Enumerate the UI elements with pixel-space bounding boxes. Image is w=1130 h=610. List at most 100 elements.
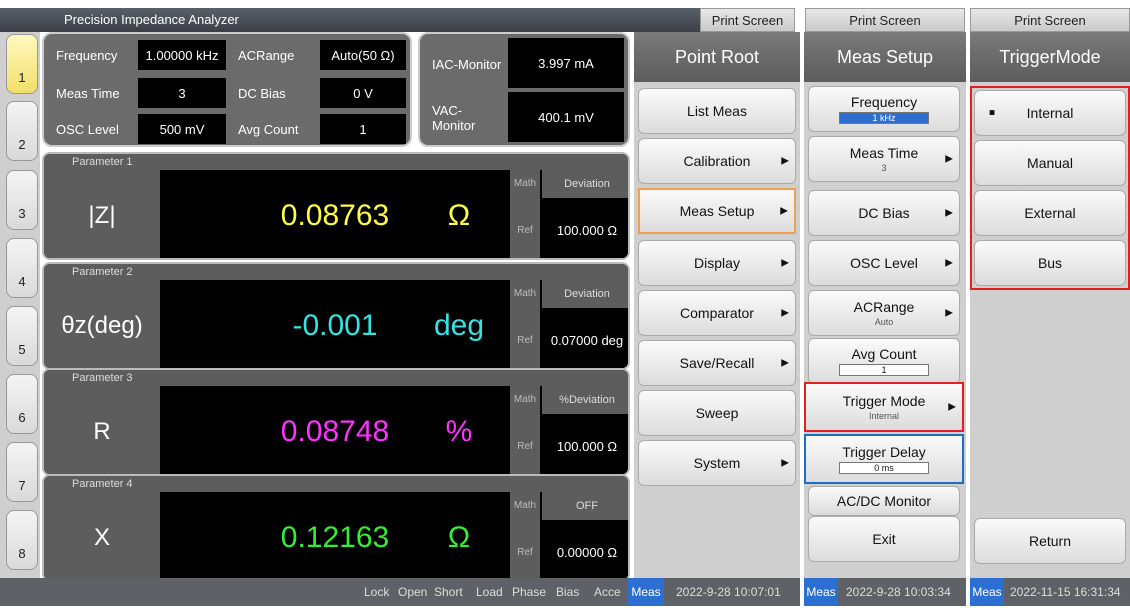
button-label: Sweep: [695, 405, 739, 421]
parameter-name: X: [44, 492, 160, 580]
parameter-unit: Ω: [447, 199, 471, 232]
trigger-mode-button[interactable]: Trigger Mode Internal ▶: [804, 382, 964, 432]
vac-monitor-label: VAC-Monitor: [424, 98, 504, 138]
button-label: DC Bias: [858, 205, 910, 221]
sweep-button[interactable]: Sweep: [638, 390, 796, 436]
arrow-right-icon: ▶: [781, 307, 789, 319]
menu-title: TriggerMode: [970, 32, 1130, 82]
display-button[interactable]: Display ▶: [638, 240, 796, 286]
ref-label: Ref: [510, 414, 540, 474]
save-recall-button[interactable]: Save/Recall ▶: [638, 340, 796, 386]
avg-count-button[interactable]: Avg Count 1: [808, 338, 960, 384]
parameter-title: Parameter 1: [44, 154, 628, 170]
frequency-button[interactable]: Frequency 1 kHz: [808, 86, 960, 132]
button-label: Comparator: [680, 305, 754, 321]
button-sub-value: 3: [881, 163, 887, 173]
button-sub-value: Internal: [868, 411, 900, 421]
dcbias-label: DC Bias: [230, 78, 316, 108]
avg-count-label: Avg Count: [230, 114, 316, 144]
frequency-input[interactable]: 1 kHz: [839, 112, 929, 124]
exit-button[interactable]: Exit: [808, 516, 960, 562]
status-bias: Bias: [556, 585, 580, 599]
parameter-panel-1[interactable]: Parameter 1 |Z| 0.08763 Ω Math Deviation…: [42, 152, 630, 260]
status-open: Open: [398, 585, 428, 599]
vac-monitor-value: 400.1 mV: [508, 92, 624, 142]
page-tabs: 1 2 3 4 5 6 7 8: [0, 32, 40, 578]
comparator-button[interactable]: Comparator ▶: [638, 290, 796, 336]
arrow-right-icon: ▶: [780, 205, 788, 217]
parameter-unit: %: [445, 415, 473, 448]
osc-level-button[interactable]: OSC Level ▶: [808, 240, 960, 286]
parameter-unit: Ω: [447, 521, 471, 554]
trigger-delay-input[interactable]: 0 ms: [839, 462, 929, 474]
parameter-panel-4[interactable]: Parameter 4 X 0.12163 Ω Math OFF Ref 0.0…: [42, 474, 630, 582]
arrow-right-icon: ▶: [945, 153, 953, 165]
ref-label: Ref: [510, 520, 540, 580]
tab-3[interactable]: 3: [6, 170, 38, 230]
button-label: Bus: [1037, 255, 1063, 271]
button-label: Manual: [1027, 155, 1073, 171]
monitor-panel: IAC-Monitor 3.997 mA VAC-Monitor 400.1 m…: [418, 32, 630, 147]
tab-2[interactable]: 2: [6, 101, 38, 161]
avg-count-input[interactable]: 1: [839, 364, 929, 376]
timestamp: 2022-11-15 16:31:34: [1010, 585, 1121, 599]
frequency-label: Frequency: [48, 40, 132, 70]
button-label: Exit: [872, 531, 896, 547]
list-meas-button[interactable]: List Meas: [638, 88, 796, 134]
tab-6[interactable]: 6: [6, 374, 38, 434]
trigger-delay-button[interactable]: Trigger Delay 0 ms: [804, 434, 964, 484]
dc-bias-button[interactable]: DC Bias ▶: [808, 190, 960, 236]
print-screen-button-2[interactable]: Print Screen: [805, 8, 965, 32]
math-label: Math: [510, 386, 540, 414]
tab-4[interactable]: 4: [6, 238, 38, 298]
button-label: Trigger Delay: [842, 444, 926, 460]
math-ref-box: Math %Deviation Ref 100.000 Ω: [510, 386, 628, 474]
calibration-button[interactable]: Calibration ▶: [638, 138, 796, 184]
meas-setup-menu: Meas Setup Frequency 1 kHz Meas Time 3 ▶ DC…: [804, 32, 966, 578]
system-button[interactable]: System ▶: [638, 440, 796, 486]
arrow-right-icon: ▶: [781, 357, 789, 369]
print-screen-button-1[interactable]: Print Screen: [700, 8, 795, 32]
parameter-panel-3[interactable]: Parameter 3 R 0.08748 % Math %Deviation …: [42, 368, 630, 476]
tab-5[interactable]: 5: [6, 306, 38, 366]
ac-dc-monitor-button[interactable]: AC/DC Monitor: [808, 486, 960, 516]
status-bar-2: Meas 2022-9-28 10:03:34: [804, 578, 966, 606]
internal-option[interactable]: ■ Internal: [974, 90, 1126, 136]
button-label: Save/Recall: [679, 355, 755, 371]
external-option[interactable]: External: [974, 190, 1126, 236]
parameter-title: Parameter 4: [44, 476, 628, 492]
print-screen-button-3[interactable]: Print Screen: [970, 8, 1130, 32]
tab-1[interactable]: 1: [6, 34, 38, 94]
button-label: System: [693, 455, 741, 471]
math-value: Deviation: [542, 170, 628, 198]
parameter-panel-2[interactable]: Parameter 2 θz(deg) -0.001 deg Math Devi…: [42, 262, 630, 370]
ref-value: 100.000 Ω: [556, 222, 618, 238]
tab-8[interactable]: 8: [6, 510, 38, 570]
manual-option[interactable]: Manual: [974, 140, 1126, 186]
status-acce: Acce: [594, 585, 621, 599]
math-ref-box: Math Deviation Ref 0.07000 deg: [510, 280, 628, 368]
tab-7[interactable]: 7: [6, 442, 38, 502]
math-label: Math: [510, 492, 540, 520]
meas-time-button[interactable]: Meas Time 3 ▶: [808, 136, 960, 182]
parameter-title: Parameter 3: [44, 370, 628, 386]
button-label: Meas Time: [849, 145, 919, 161]
return-button[interactable]: Return: [974, 518, 1126, 564]
parameter-name: θz(deg): [44, 280, 160, 368]
button-label: External: [1024, 205, 1076, 221]
parameter-name: R: [44, 386, 160, 474]
iac-monitor-label: IAC-Monitor: [424, 44, 504, 84]
bus-option[interactable]: Bus: [974, 240, 1126, 286]
selected-bullet-icon: ■: [989, 107, 996, 119]
frequency-value: 1.00000 kHz: [138, 40, 226, 70]
status-lock: Lock: [364, 585, 390, 599]
button-label: List Meas: [687, 103, 747, 119]
math-value: OFF: [542, 492, 628, 520]
button-label: ACRange: [853, 299, 915, 315]
button-label: Internal: [1026, 105, 1074, 121]
acrange-button[interactable]: ACRange Auto ▶: [808, 290, 960, 336]
arrow-right-icon: ▶: [948, 401, 956, 413]
trigger-mode-menu: TriggerMode ■ Internal Manual External Bu…: [970, 32, 1130, 578]
meas-setup-button[interactable]: Meas Setup ▶: [638, 188, 796, 234]
meastime-label: Meas Time: [48, 78, 132, 108]
